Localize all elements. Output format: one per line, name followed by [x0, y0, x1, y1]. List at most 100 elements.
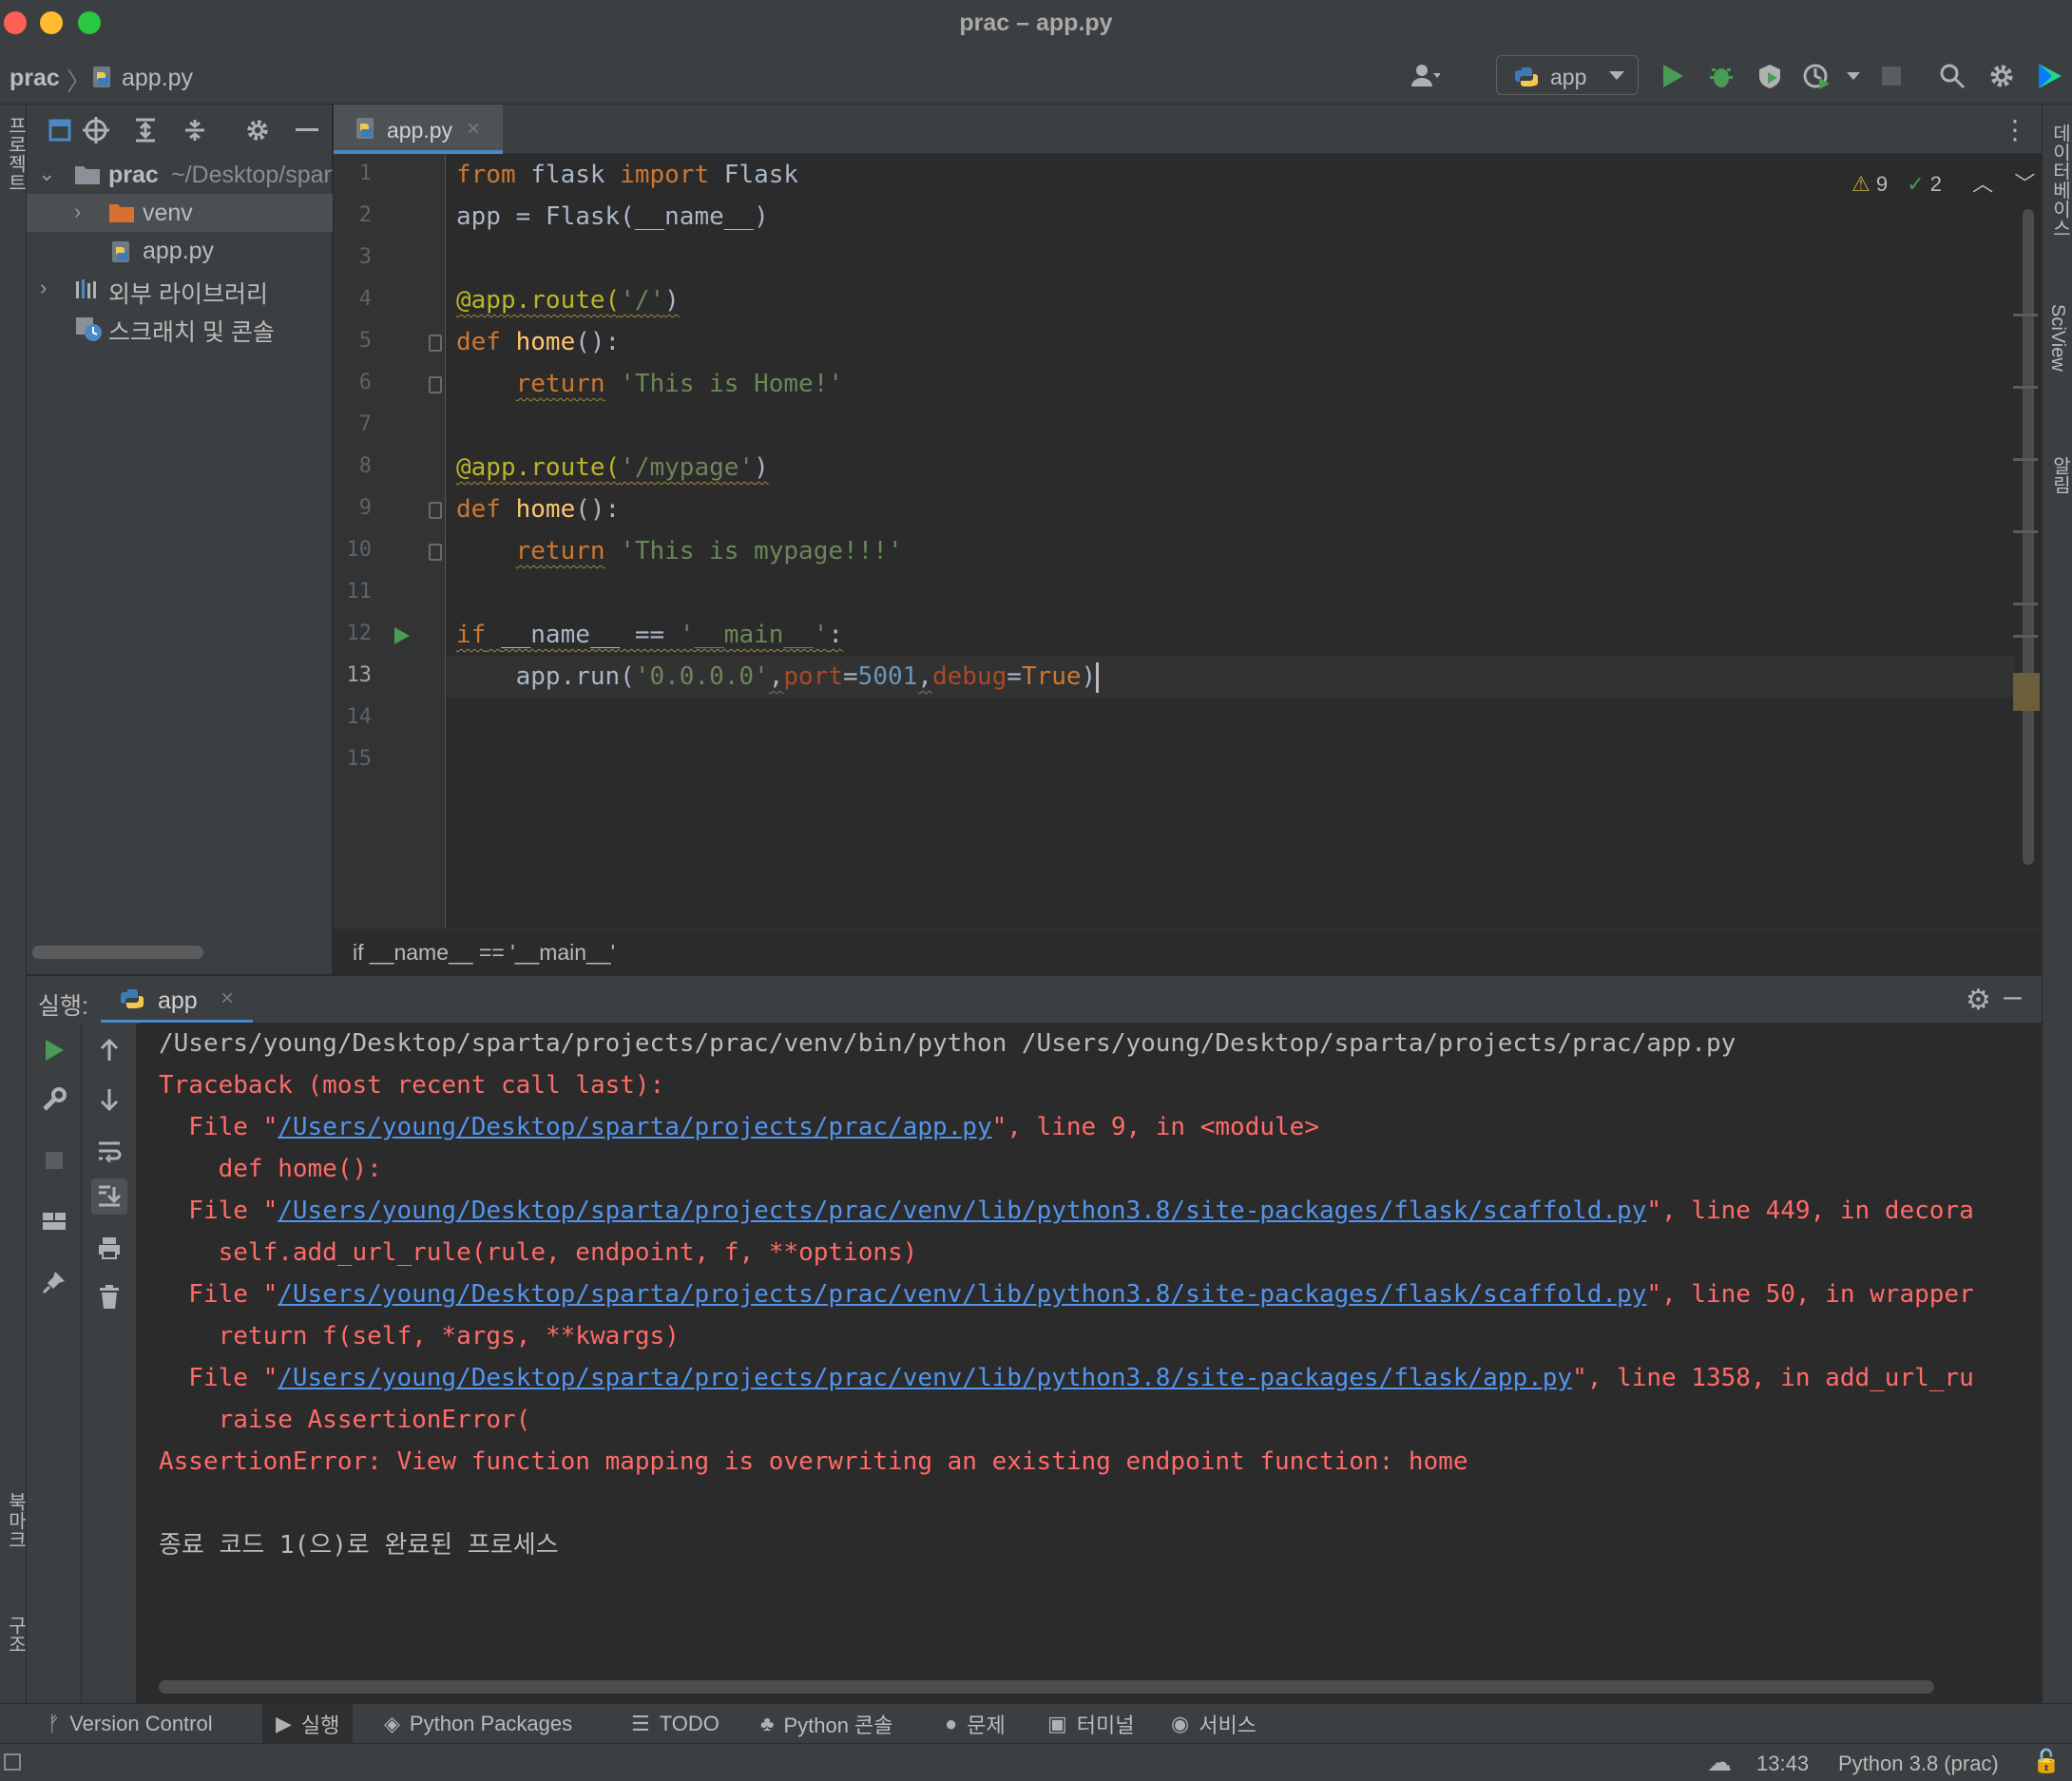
tool-window-terminal[interactable]: ▣ 터미널	[1047, 1704, 1135, 1744]
chevron-down-icon[interactable]: ⌄	[38, 162, 55, 186]
console-file-link[interactable]: /Users/young/Desktop/sparta/projects/pra…	[278, 1280, 1646, 1309]
code-line-12: if __name__ == '__main__':	[456, 614, 843, 656]
inspection-widget[interactable]: ⚠ 9 ✓ 2 ︿ ﹀	[1851, 167, 2035, 196]
project-tool-window-button[interactable]: 프로젝트	[2, 116, 29, 192]
locate-file-icon[interactable]	[80, 114, 112, 146]
rerun-icon[interactable]	[36, 1032, 72, 1068]
tool-window-python-packages[interactable]: ◈ Python Packages	[384, 1704, 572, 1744]
error-stripe-current-mark[interactable]	[2013, 673, 2040, 711]
run-tab-app[interactable]: app ×	[101, 976, 253, 1024]
console-horizontal-scrollbar[interactable]	[159, 1680, 1934, 1694]
next-highlight-chevron-down-icon[interactable]: ﹀	[2014, 172, 2035, 196]
console-traceback-code: raise AssertionError(	[159, 1406, 531, 1434]
error-stripe-mark[interactable]	[2013, 314, 2038, 316]
scroll-to-end-icon[interactable]	[91, 1178, 127, 1215]
tool-window-label: 터미널	[1076, 1714, 1135, 1737]
run-options-gear-icon[interactable]: ⚙	[1966, 984, 1991, 1017]
more-run-options-chevron-icon[interactable]	[1838, 61, 1869, 91]
hide-panel-icon[interactable]: –	[2004, 978, 2022, 1015]
tool-window-services[interactable]: ◉ 서비스	[1171, 1704, 1257, 1744]
hide-panel-icon[interactable]	[291, 114, 323, 146]
tree-item-scratches[interactable]: 스크래치 및 콘솔	[27, 308, 333, 346]
search-icon[interactable]	[1937, 61, 1967, 91]
console-file-link[interactable]: /Users/young/Desktop/sparta/projects/pra…	[278, 1197, 1646, 1225]
tool-window-toggle-icon[interactable]	[4, 1753, 21, 1771]
editor-breadcrumb[interactable]: if __name__ == '__main__'	[353, 940, 615, 966]
notifications-tool-window-button[interactable]: 알림	[2046, 456, 2072, 494]
settings-gear-icon[interactable]	[1986, 61, 2017, 91]
run-gutter-icon[interactable]	[393, 625, 412, 651]
console-file-link[interactable]: /Users/young/Desktop/sparta/projects/pra…	[278, 1364, 1572, 1392]
jetbrains-toolbox-icon[interactable]	[2034, 61, 2064, 91]
tool-window-python-console[interactable]: ♣ Python 콘솔	[760, 1704, 893, 1744]
console-text: File "	[159, 1113, 278, 1141]
tree-item-project-root[interactable]: ⌄ prac ~/Desktop/sparta/projects/prac	[27, 156, 333, 194]
indexing-status-icon[interactable]: ☁	[1707, 1748, 1732, 1777]
console-file-link[interactable]: /Users/young/Desktop/sparta/projects/pra…	[278, 1113, 991, 1141]
run-with-coverage-icon[interactable]	[1755, 61, 1785, 91]
project-options-gear-icon[interactable]	[241, 114, 274, 146]
bookmarks-tool-window-button[interactable]: 북마크	[2, 1492, 29, 1549]
clear-all-trash-icon[interactable]	[91, 1279, 127, 1315]
code-editor[interactable]: from flask import Flask app = Flask(__na…	[447, 154, 2015, 929]
tree-item-label: prac	[108, 162, 159, 188]
stop-icon[interactable]	[36, 1142, 72, 1178]
soft-wrap-icon[interactable]	[91, 1133, 127, 1169]
run-console-output[interactable]: /Users/young/Desktop/sparta/projects/pra…	[138, 1023, 2042, 1703]
error-stripe-mark[interactable]	[2013, 603, 2038, 605]
fold-marker-icon[interactable]	[429, 544, 442, 561]
tool-window-run[interactable]: ▶ 실행	[262, 1704, 354, 1744]
code-token: home	[515, 328, 576, 356]
project-view-icon[interactable]	[44, 114, 76, 146]
close-icon[interactable]: ×	[467, 116, 480, 143]
error-stripe-mark[interactable]	[2013, 386, 2038, 389]
fold-marker-icon[interactable]	[429, 335, 442, 352]
editor-tab-app-py[interactable]: app.py ×	[334, 105, 503, 154]
edit-configuration-wrench-icon[interactable]	[36, 1082, 72, 1118]
tree-item-app-py[interactable]: app.py	[27, 232, 333, 270]
arrow-up-icon[interactable]	[91, 1032, 127, 1068]
tool-window-version-control[interactable]: ᚠ Version Control	[48, 1704, 213, 1744]
more-vertical-icon[interactable]: ⋮	[2002, 114, 2028, 145]
fold-marker-icon[interactable]	[429, 376, 442, 393]
tool-window-problems[interactable]: ● 문제	[945, 1704, 1006, 1744]
tool-window-todo[interactable]: ☰ TODO	[631, 1704, 719, 1744]
project-horizontal-scrollbar[interactable]	[32, 946, 203, 959]
breadcrumb-project[interactable]: prac	[10, 65, 60, 92]
console-text: File "	[159, 1197, 278, 1225]
fold-marker-icon[interactable]	[429, 502, 442, 519]
error-stripe-mark[interactable]	[2013, 635, 2038, 638]
right-tool-stripe: 데이터베이스 SciView 알림	[2042, 105, 2072, 1703]
editor-vertical-scrollbar[interactable]	[2023, 209, 2034, 865]
sciview-tool-window-button[interactable]: SciView	[2046, 304, 2068, 372]
previous-highlight-chevron-up-icon[interactable]: ︿	[1972, 172, 1993, 196]
run-icon[interactable]	[1658, 61, 1688, 91]
profile-icon[interactable]	[1802, 61, 1832, 91]
restore-layout-icon[interactable]	[36, 1203, 72, 1239]
expand-all-icon[interactable]	[129, 114, 162, 146]
debug-icon[interactable]	[1706, 61, 1736, 91]
tree-item-venv[interactable]: › venv	[27, 194, 333, 232]
arrow-down-icon[interactable]	[91, 1082, 127, 1118]
read-only-lock-icon[interactable]: 🔓	[2032, 1748, 2061, 1775]
python-file-icon	[353, 116, 379, 147]
python-interpreter-selector[interactable]: Python 3.8 (prac)	[1838, 1752, 1999, 1776]
structure-tool-window-button[interactable]: 구조	[2, 1616, 29, 1654]
run-configuration-selector[interactable]: app	[1496, 55, 1639, 95]
database-tool-window-button[interactable]: 데이터베이스	[2046, 124, 2072, 238]
stop-icon[interactable]	[1876, 61, 1907, 91]
close-icon[interactable]: ×	[221, 986, 234, 1012]
error-stripe-mark[interactable]	[2013, 458, 2038, 461]
print-icon[interactable]	[91, 1230, 127, 1266]
navigation-bar: prac 〉 app.py app	[0, 46, 2072, 105]
chevron-right-icon[interactable]: ›	[40, 276, 47, 300]
pin-tab-icon[interactable]	[36, 1264, 72, 1300]
tree-item-external-libraries[interactable]: › 외부 라이브러리	[27, 270, 333, 308]
vcs-user-icon[interactable]	[1410, 61, 1441, 91]
chevron-right-icon[interactable]: ›	[74, 200, 81, 224]
error-stripe-mark[interactable]	[2013, 530, 2038, 533]
tree-item-path: ~/Desktop/sparta/projects/prac	[171, 162, 333, 188]
collapse-all-icon[interactable]	[179, 114, 211, 146]
breadcrumb-file[interactable]: app.py	[122, 65, 193, 92]
